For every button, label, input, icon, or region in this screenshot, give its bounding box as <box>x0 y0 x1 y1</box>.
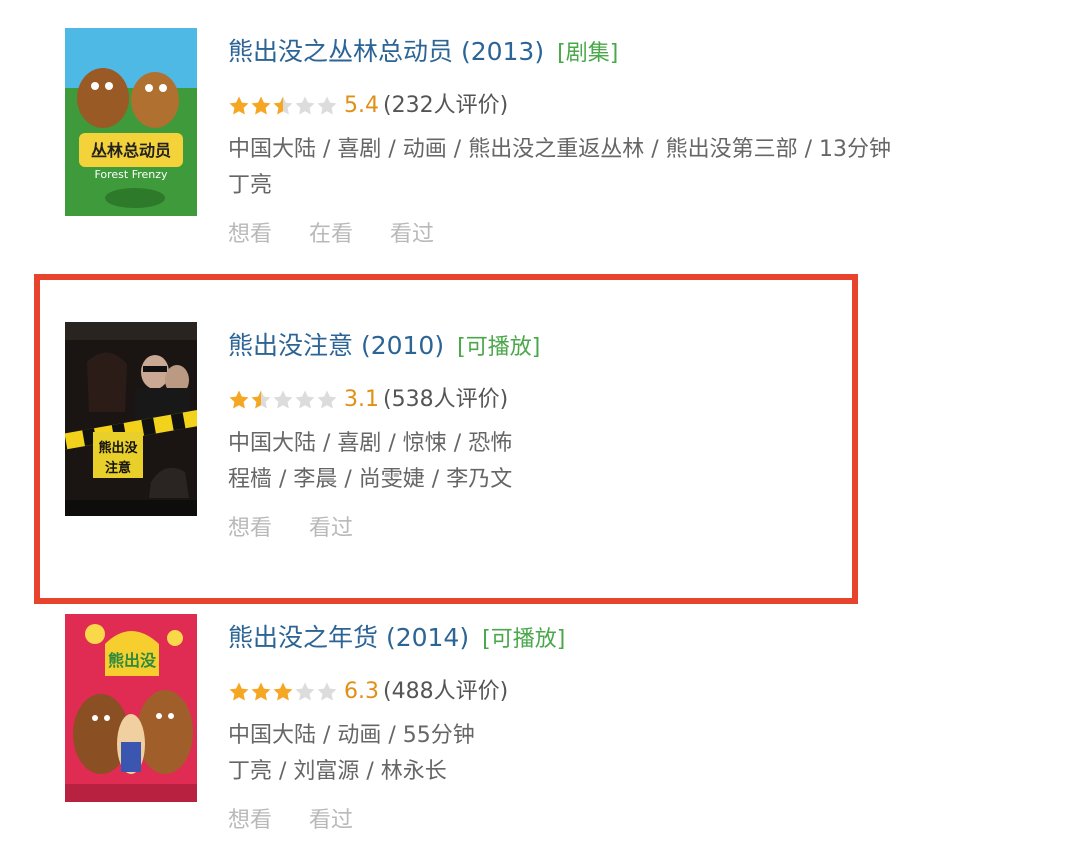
type-tag: [剧集] <box>557 41 619 66</box>
star-icon <box>273 96 293 115</box>
meta-line: 中国大陆 / 喜剧 / 惊悚 / 恐怖 <box>228 431 513 456</box>
poster-art: 熊出没 注意 <box>65 322 197 516</box>
rating-votes-link[interactable]: (232人评价) <box>383 88 508 124</box>
playable-tag[interactable]: [可播放] <box>482 627 565 652</box>
rating-row: 3.1 (538人评价) <box>228 382 540 418</box>
rating-votes-link[interactable]: (538人评价) <box>383 382 508 418</box>
title-row: 熊出没之年货 (2014) [可播放] <box>228 618 565 658</box>
star-icon <box>273 390 293 409</box>
meta-line: 丁亮 <box>228 173 273 198</box>
meta-line: 丁亮 / 刘富源 / 林永长 <box>228 759 447 784</box>
star-icon <box>317 682 337 701</box>
rating-votes-link[interactable]: (488人评价) <box>383 674 508 710</box>
star-icon <box>251 96 271 115</box>
action-links: 想看 在看 看过 <box>228 216 891 248</box>
movie-title-link[interactable]: 熊出没之丛林总动员 (2013) <box>228 37 544 66</box>
svg-text:丛林总动员: 丛林总动员 <box>91 141 171 160</box>
meta-line: 程樯 / 李晨 / 尚雯婕 / 李乃文 <box>228 467 513 492</box>
star-icon <box>317 96 337 115</box>
poster-art: 熊出没 <box>65 614 197 802</box>
movie-title-link[interactable]: 熊出没之年货 (2014) <box>228 623 469 652</box>
star-icon <box>295 390 315 409</box>
action-links: 想看 看过 <box>228 510 540 542</box>
rating-score: 6.3 <box>344 679 379 704</box>
star-icon <box>273 682 293 701</box>
watching-button[interactable]: 在看 <box>309 222 353 247</box>
poster-image[interactable]: 熊出没 注意 <box>65 322 197 516</box>
poster-art: 丛林总动员 Forest Frenzy <box>65 28 197 216</box>
watched-button[interactable]: 看过 <box>390 222 434 247</box>
want-to-watch-button[interactable]: 想看 <box>228 808 272 833</box>
star-icon <box>317 390 337 409</box>
rating-score: 3.1 <box>344 387 379 412</box>
meta-line: 中国大陆 / 喜剧 / 动画 / 熊出没之重返丛林 / 熊出没第三部 / 13分… <box>228 137 891 162</box>
star-icon <box>229 96 249 115</box>
action-links: 想看 看过 <box>228 802 565 834</box>
svg-text:注意: 注意 <box>105 460 131 476</box>
star-icon <box>251 682 271 701</box>
meta-info: 中国大陆 / 动画 / 55分钟 丁亮 / 刘富源 / 林永长 <box>228 718 565 790</box>
star-icon <box>229 682 249 701</box>
rating-row: 5.4 (232人评价) <box>228 88 891 124</box>
poster-image[interactable]: 丛林总动员 Forest Frenzy <box>65 28 197 216</box>
poster-image[interactable]: 熊出没 <box>65 614 197 802</box>
star-icon <box>229 390 249 409</box>
rating-stars <box>228 389 338 411</box>
rating-score: 5.4 <box>344 93 379 118</box>
title-row: 熊出没注意 (2010) [可播放] <box>228 326 540 366</box>
rating-row: 6.3 (488人评价) <box>228 674 565 710</box>
movie-title-link[interactable]: 熊出没注意 (2010) <box>228 331 444 360</box>
want-to-watch-button[interactable]: 想看 <box>228 222 272 247</box>
star-icon <box>295 682 315 701</box>
svg-text:熊出没: 熊出没 <box>98 440 138 456</box>
star-icon <box>251 390 271 409</box>
playable-tag[interactable]: [可播放] <box>457 335 540 360</box>
watched-button[interactable]: 看过 <box>309 808 353 833</box>
svg-text:Forest Frenzy: Forest Frenzy <box>94 168 168 181</box>
want-to-watch-button[interactable]: 想看 <box>228 516 272 541</box>
meta-info: 中国大陆 / 喜剧 / 动画 / 熊出没之重返丛林 / 熊出没第三部 / 13分… <box>228 132 891 204</box>
watched-button[interactable]: 看过 <box>309 516 353 541</box>
svg-text:熊出没: 熊出没 <box>108 651 157 670</box>
meta-line: 中国大陆 / 动画 / 55分钟 <box>228 723 475 748</box>
rating-stars <box>228 95 338 117</box>
rating-stars <box>228 681 338 703</box>
star-icon <box>295 96 315 115</box>
meta-info: 中国大陆 / 喜剧 / 惊悚 / 恐怖 程樯 / 李晨 / 尚雯婕 / 李乃文 <box>228 426 540 498</box>
title-row: 熊出没之丛林总动员 (2013) [剧集] <box>228 32 891 72</box>
